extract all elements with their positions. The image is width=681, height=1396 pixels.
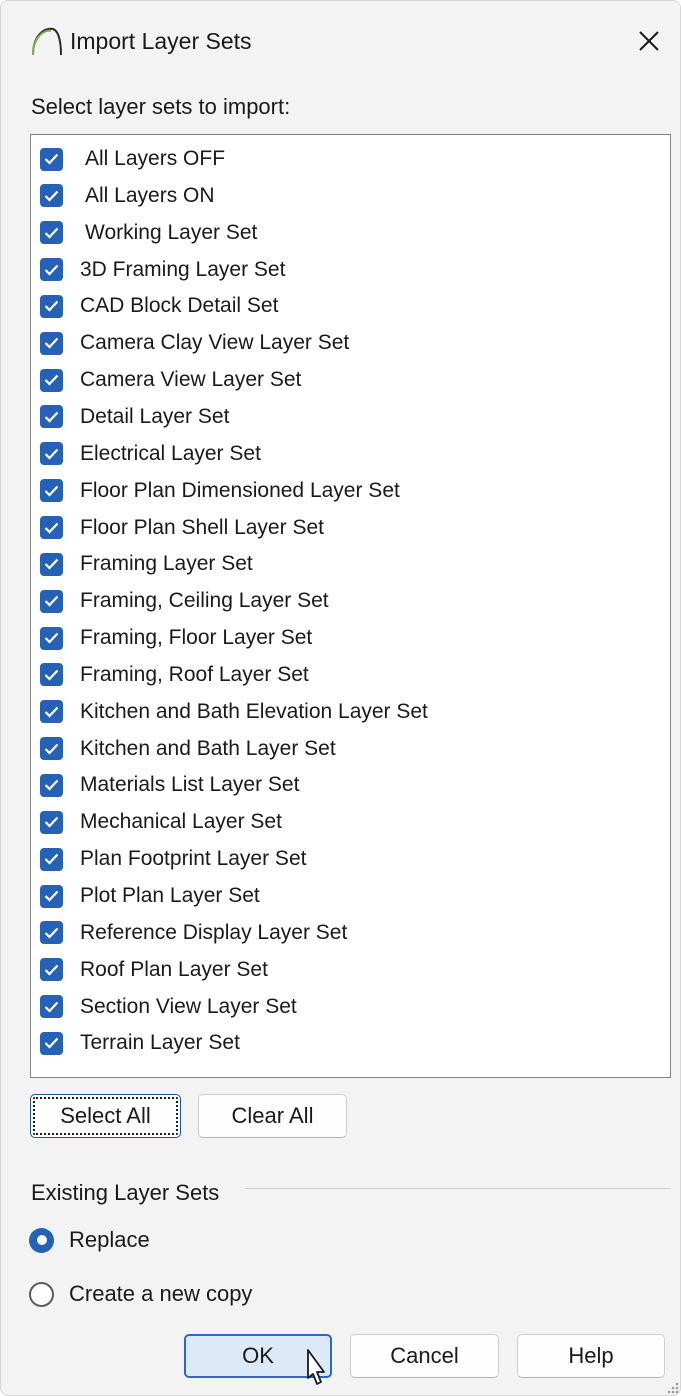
layer-set-item[interactable]: Detail Layer Set <box>40 400 660 434</box>
layer-set-label: Kitchen and Bath Layer Set <box>80 736 336 760</box>
help-button[interactable]: Help <box>517 1334 665 1378</box>
select-all-button[interactable]: Select All <box>30 1094 181 1138</box>
layer-set-listbox[interactable]: All Layers OFF All Layers ON Working Layer… <box>30 134 671 1078</box>
checkbox-checked-icon[interactable] <box>40 810 63 834</box>
layer-set-item[interactable]: Section View Layer Set <box>40 990 660 1024</box>
checkbox-checked-icon[interactable] <box>40 294 63 318</box>
layer-set-item[interactable]: CAD Block Detail Set <box>40 289 660 323</box>
layer-set-item[interactable]: Plan Footprint Layer Set <box>40 842 660 876</box>
cancel-button[interactable]: Cancel <box>350 1334 499 1378</box>
layer-set-label: Framing Layer Set <box>80 552 253 576</box>
checkbox-checked-icon[interactable] <box>40 258 63 282</box>
radio-selected-icon <box>29 1227 54 1253</box>
layer-set-label: All Layers OFF <box>85 147 226 170</box>
radio-create-copy[interactable]: Create a new copy <box>29 1277 252 1311</box>
layer-set-item[interactable]: All Layers OFF <box>40 142 660 176</box>
close-button[interactable] <box>629 21 669 61</box>
layer-set-label: Detail Layer Set <box>80 404 230 428</box>
radio-replace[interactable]: Replace <box>29 1223 150 1257</box>
layer-set-item[interactable]: Framing, Floor Layer Set <box>40 621 660 655</box>
radio-create-copy-label: Create a new copy <box>69 1281 253 1306</box>
checkbox-checked-icon[interactable] <box>40 331 63 355</box>
layer-set-item[interactable]: Mechanical Layer Set <box>40 805 660 839</box>
layer-set-item[interactable]: Terrain Layer Set <box>40 1026 660 1060</box>
checkbox-checked-icon[interactable] <box>40 700 63 724</box>
layer-set-label: CAD Block Detail Set <box>80 294 279 318</box>
layer-set-label: Plot Plan Layer Set <box>80 884 260 907</box>
checkbox-checked-icon[interactable] <box>40 184 63 208</box>
checkbox-checked-icon[interactable] <box>40 773 63 797</box>
layer-set-label: Section View Layer Set <box>80 994 297 1018</box>
layer-set-item[interactable]: Materials List Layer Set <box>40 768 660 802</box>
layer-set-label: Floor Plan Shell Layer Set <box>80 515 324 539</box>
layer-set-item[interactable]: Kitchen and Bath Layer Set <box>40 732 660 766</box>
layer-set-label: Kitchen and Bath Elevation Layer Set <box>80 699 428 723</box>
radio-replace-label: Replace <box>69 1227 150 1252</box>
checkbox-checked-icon[interactable] <box>40 663 63 687</box>
checkbox-checked-icon[interactable] <box>40 626 63 650</box>
clear-all-button[interactable]: Clear All <box>198 1094 347 1138</box>
layer-set-item[interactable]: Electrical Layer Set <box>40 437 660 471</box>
checkbox-checked-icon[interactable] <box>40 958 63 982</box>
app-logo-icon <box>32 27 62 56</box>
layer-set-item[interactable]: Reference Display Layer Set <box>40 916 660 950</box>
layer-set-item[interactable]: Plot Plan Layer Set <box>40 879 660 913</box>
layer-set-item[interactable]: 3D Framing Layer Set <box>40 253 660 287</box>
layer-set-label: Framing, Floor Layer Set <box>80 626 313 650</box>
group-divider <box>245 1188 671 1189</box>
checkbox-checked-icon[interactable] <box>40 737 63 761</box>
layer-set-label: Terrain Layer Set <box>80 1031 240 1055</box>
checkbox-checked-icon[interactable] <box>40 884 63 908</box>
checkbox-checked-icon[interactable] <box>40 995 63 1019</box>
checkbox-checked-icon[interactable] <box>40 1031 63 1055</box>
layer-set-label: Plan Footprint Layer Set <box>80 847 307 871</box>
checkbox-checked-icon[interactable] <box>40 405 63 429</box>
layer-set-label: All Layers ON <box>85 183 215 207</box>
resize-grip-icon[interactable] <box>664 1379 680 1395</box>
import-layer-sets-dialog: Import Layer Sets Select layer sets to i… <box>0 0 681 1396</box>
checkbox-checked-icon[interactable] <box>40 921 63 945</box>
checkbox-checked-icon[interactable] <box>40 516 63 539</box>
checkbox-checked-icon[interactable] <box>40 552 63 576</box>
checkbox-checked-icon[interactable] <box>40 221 63 245</box>
checkbox-checked-icon[interactable] <box>40 368 63 392</box>
layer-set-label: Camera View Layer Set <box>80 368 302 392</box>
layer-set-label: Working Layer Set <box>85 220 258 244</box>
layer-set-item[interactable]: Framing Layer Set <box>40 547 660 581</box>
layer-set-label: Reference Display Layer Set <box>80 920 348 944</box>
mouse-pointer-icon <box>307 1349 325 1385</box>
checkbox-checked-icon[interactable] <box>40 847 63 871</box>
layer-set-item[interactable]: Camera Clay View Layer Set <box>40 326 660 360</box>
layer-set-item[interactable]: Floor Plan Shell Layer Set <box>40 511 660 545</box>
layer-set-label: Framing, Ceiling Layer Set <box>80 589 329 613</box>
layer-set-label: Electrical Layer Set <box>80 441 261 465</box>
title-bar[interactable]: Import Layer Sets <box>1 1 680 81</box>
layer-set-label: Camera Clay View Layer Set <box>80 331 350 355</box>
layer-set-label: 3D Framing Layer Set <box>80 257 286 281</box>
layer-set-item[interactable]: Framing, Roof Layer Set <box>40 658 660 692</box>
close-icon <box>639 31 659 51</box>
layer-set-item[interactable]: Framing, Ceiling Layer Set <box>40 584 660 618</box>
layer-set-item[interactable]: Kitchen and Bath Elevation Layer Set <box>40 695 660 729</box>
layer-set-label: Roof Plan Layer Set <box>80 957 268 981</box>
layer-set-item[interactable]: Working Layer Set <box>40 216 660 250</box>
window-title: Import Layer Sets <box>70 28 252 54</box>
layer-set-item[interactable]: Camera View Layer Set <box>40 363 660 397</box>
checkbox-checked-icon[interactable] <box>40 589 63 613</box>
import-prompt-label: Select layer sets to import: <box>31 94 291 119</box>
layer-set-label: Materials List Layer Set <box>80 773 300 797</box>
checkbox-checked-icon[interactable] <box>40 442 63 466</box>
layer-set-item[interactable]: Floor Plan Dimensioned Layer Set <box>40 474 660 508</box>
layer-set-item[interactable]: Roof Plan Layer Set <box>40 953 660 987</box>
existing-layer-sets-group-label: Existing Layer Sets <box>31 1180 220 1205</box>
layer-set-label: Mechanical Layer Set <box>80 810 282 834</box>
layer-set-item[interactable]: All Layers ON <box>40 179 660 213</box>
checkbox-checked-icon[interactable] <box>40 147 63 171</box>
layer-set-label: Floor Plan Dimensioned Layer Set <box>80 478 400 502</box>
checkbox-checked-icon[interactable] <box>40 479 63 503</box>
layer-set-label: Framing, Roof Layer Set <box>80 662 309 686</box>
radio-unselected-icon <box>29 1281 54 1307</box>
